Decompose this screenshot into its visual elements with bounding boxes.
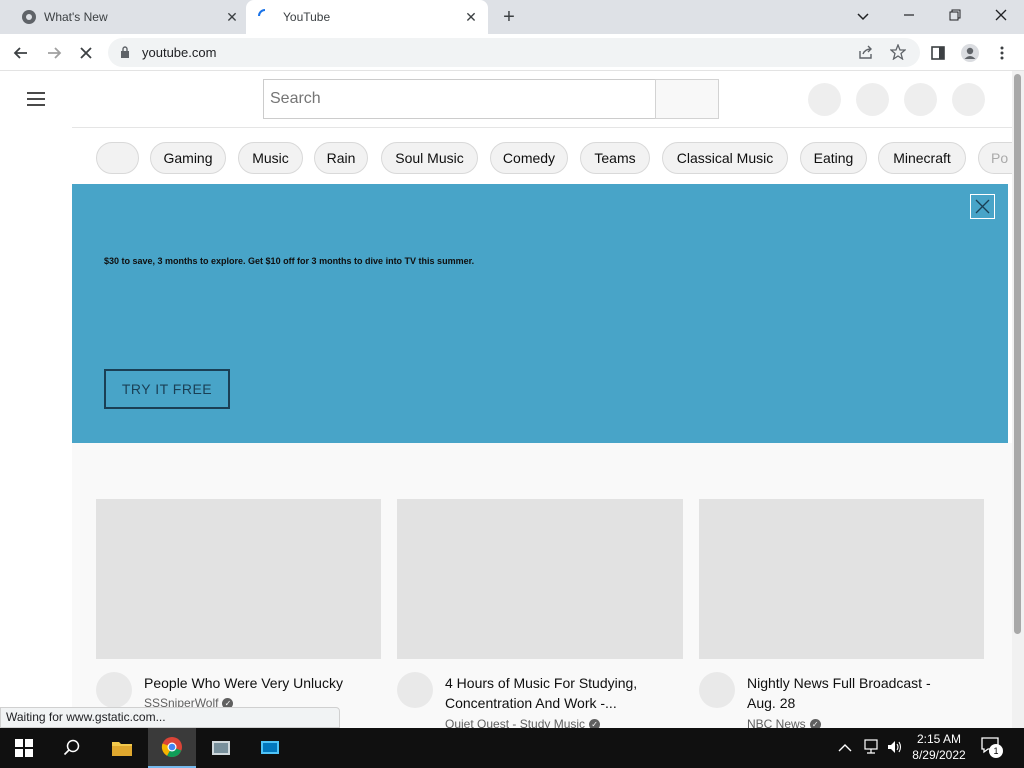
arrow-left-icon <box>13 47 27 59</box>
profile-avatar-icon[interactable] <box>958 41 982 65</box>
header-placeholder-icon[interactable] <box>808 83 841 116</box>
notification-center-button[interactable]: 1 <box>980 736 1006 760</box>
channel-avatar[interactable] <box>96 672 132 708</box>
tab-search-icon[interactable] <box>848 5 878 27</box>
search-icon <box>63 739 80 756</box>
notification-count-badge: 1 <box>989 744 1003 758</box>
try-it-free-button[interactable]: TRY IT FREE <box>104 369 230 409</box>
hamburger-menu-icon[interactable] <box>24 87 48 111</box>
chip-soul-music[interactable]: Soul Music <box>381 142 478 174</box>
close-icon <box>975 199 990 214</box>
promo-banner: $30 to save, 3 months to explore. Get $1… <box>72 184 1008 443</box>
video-feed: People Who Were Very Unlucky SSSniperWol… <box>72 443 1012 728</box>
clock-date: 8/29/2022 <box>912 748 966 762</box>
bookmark-star-icon[interactable] <box>889 43 907 65</box>
channel-avatar[interactable] <box>699 672 735 708</box>
share-icon[interactable] <box>858 45 874 65</box>
channel-avatar[interactable] <box>397 672 433 708</box>
start-button[interactable] <box>0 728 48 768</box>
search-input[interactable] <box>264 80 656 118</box>
minimize-icon[interactable] <box>894 5 924 27</box>
windows-logo-icon <box>15 739 33 757</box>
video-thumbnail[interactable] <box>699 499 984 659</box>
channel-name[interactable]: Quiet Quest - Study Music ✓ <box>445 717 601 728</box>
arrow-right-icon <box>48 47 62 59</box>
side-panel-icon[interactable] <box>926 41 950 65</box>
tab-youtube[interactable]: YouTube ✕ <box>246 0 488 34</box>
verified-check-icon: ✓ <box>589 718 601 728</box>
app-taskbar-button[interactable] <box>246 728 294 768</box>
more-menu-icon[interactable] <box>990 41 1014 65</box>
youtube-page: All Gaming Music Rain Soul Music Comedy … <box>0 71 1012 728</box>
promo-text: $30 to save, 3 months to explore. Get $1… <box>104 256 475 266</box>
app-taskbar-button[interactable] <box>197 728 245 768</box>
search-button[interactable] <box>655 79 719 119</box>
search-taskbar-button[interactable] <box>48 728 96 768</box>
chip-gaming[interactable]: Gaming <box>150 142 226 174</box>
tab-whats-new[interactable]: What's New ✕ <box>8 0 246 34</box>
address-bar[interactable]: youtube.com <box>108 38 920 67</box>
forward-button[interactable] <box>42 41 66 65</box>
stop-loading-button[interactable] <box>74 41 98 65</box>
chrome-icon <box>21 9 37 28</box>
file-explorer-button[interactable] <box>98 728 146 768</box>
remote-desktop-icon <box>261 741 279 754</box>
network-icon[interactable] <box>862 739 880 760</box>
verified-check-icon: ✓ <box>809 718 821 728</box>
chrome-icon <box>161 737 182 758</box>
channel-name-text[interactable]: NBC News <box>747 717 806 728</box>
video-title[interactable]: 4 Hours of Music For Studying, Concentra… <box>445 673 660 713</box>
chip-rain[interactable]: Rain <box>314 142 368 174</box>
close-tab-icon[interactable]: ✕ <box>463 9 479 25</box>
folder-icon <box>112 742 132 756</box>
stop-icon <box>80 47 92 59</box>
new-tab-button[interactable]: + <box>499 7 519 27</box>
network-app-icon <box>212 741 230 755</box>
video-title[interactable]: People Who Were Very Unlucky <box>144 673 364 693</box>
close-tab-icon[interactable]: ✕ <box>224 9 240 25</box>
search-field[interactable] <box>263 79 656 119</box>
restore-icon[interactable] <box>940 5 970 27</box>
loading-spinner-icon <box>258 9 272 26</box>
taskbar: 2:15 AM 8/29/2022 1 <box>0 728 1024 768</box>
header-placeholder-icon[interactable] <box>904 83 937 116</box>
channel-name-text[interactable]: Quiet Quest - Study Music <box>445 717 585 728</box>
chip-all[interactable]: All <box>96 142 139 174</box>
header-placeholder-icon[interactable] <box>952 83 985 116</box>
chip-partial[interactable]: Po <box>978 142 1012 174</box>
status-bubble: Waiting for www.gstatic.com... <box>0 707 340 728</box>
url-text: youtube.com <box>142 45 217 60</box>
chrome-taskbar-button[interactable] <box>148 728 196 768</box>
channel-name[interactable]: NBC News ✓ <box>747 717 821 728</box>
chip-comedy[interactable]: Comedy <box>490 142 568 174</box>
chip-music[interactable]: Music <box>238 142 303 174</box>
category-chips-bar: All Gaming Music Rain Soul Music Comedy … <box>72 127 1012 184</box>
close-window-icon[interactable] <box>986 5 1016 27</box>
back-button[interactable] <box>9 41 33 65</box>
chip-teams[interactable]: Teams <box>580 142 650 174</box>
chip-classical-music[interactable]: Classical Music <box>662 142 788 174</box>
video-thumbnail[interactable] <box>96 499 381 659</box>
browser-toolbar: youtube.com <box>0 34 1024 71</box>
scrollbar-thumb[interactable] <box>1014 74 1021 634</box>
chip-minecraft[interactable]: Minecraft <box>878 142 966 174</box>
tab-title: What's New <box>44 10 108 24</box>
system-clock[interactable]: 2:15 AM 8/29/2022 <box>905 731 973 763</box>
video-title[interactable]: Nightly News Full Broadcast - Aug. 28 <box>747 673 947 713</box>
tab-strip: What's New ✕ YouTube ✕ + <box>0 0 1024 34</box>
volume-icon[interactable] <box>886 739 904 760</box>
header-placeholder-icon[interactable] <box>856 83 889 116</box>
tab-title: YouTube <box>283 10 331 24</box>
lock-icon <box>120 46 130 64</box>
close-banner-button[interactable] <box>970 194 995 219</box>
chip-eating[interactable]: Eating <box>800 142 867 174</box>
video-thumbnail[interactable] <box>397 499 683 659</box>
clock-time: 2:15 AM <box>916 732 962 746</box>
show-hidden-icons-icon[interactable] <box>838 740 852 758</box>
